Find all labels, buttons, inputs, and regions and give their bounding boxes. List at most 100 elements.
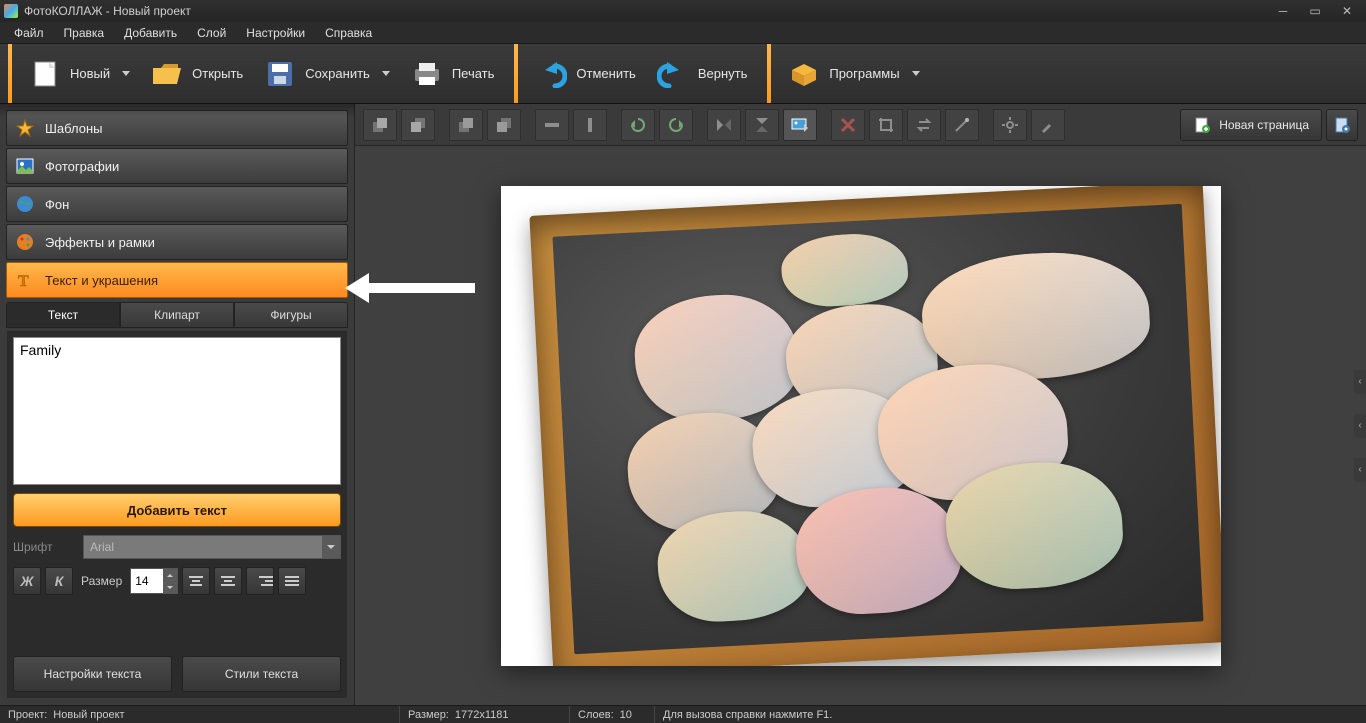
- italic-button[interactable]: К: [45, 567, 73, 595]
- menu-settings[interactable]: Настройки: [236, 22, 315, 43]
- center-button[interactable]: [573, 109, 607, 141]
- new-page-button[interactable]: Новая страница: [1180, 109, 1322, 141]
- minimize-button[interactable]: ─: [1268, 3, 1298, 19]
- align-center-button[interactable]: [214, 567, 242, 595]
- text-icon: T: [15, 270, 35, 290]
- menu-add[interactable]: Добавить: [114, 22, 187, 43]
- status-bar: Проект: Новый проект Размер: 1772x1181 С…: [0, 705, 1366, 723]
- text-input[interactable]: [13, 337, 341, 485]
- redo-icon: [656, 57, 690, 91]
- page-add-icon: [1193, 116, 1211, 134]
- globe-icon: [15, 194, 35, 214]
- sidebar-item-effects[interactable]: Эффекты и рамки: [6, 224, 348, 260]
- subtab-text[interactable]: Текст: [6, 302, 120, 328]
- flyout-tab[interactable]: ‹: [1354, 414, 1366, 438]
- status-layers-value: 10: [620, 709, 632, 721]
- send-backward-button[interactable]: [487, 109, 521, 141]
- sidebar: Шаблоны Фотографии Фон Эффекты и рамки T…: [0, 104, 355, 705]
- rotate-left-button[interactable]: [621, 109, 655, 141]
- collage-photo[interactable]: [655, 508, 812, 624]
- status-project-label: Проект:: [8, 709, 47, 721]
- spin-down[interactable]: [163, 581, 177, 593]
- delete-button[interactable]: [831, 109, 865, 141]
- flyout-tab[interactable]: ‹: [1354, 370, 1366, 394]
- menu-layer[interactable]: Слой: [187, 22, 236, 43]
- redo-button[interactable]: Вернуть: [646, 51, 758, 97]
- settings-icon-button[interactable]: [993, 109, 1027, 141]
- menu-edit[interactable]: Правка: [54, 22, 115, 43]
- size-value: 14: [135, 574, 148, 588]
- replace-button[interactable]: [907, 109, 941, 141]
- status-project-value: Новый проект: [53, 709, 124, 721]
- save-button[interactable]: Сохранить: [253, 51, 400, 97]
- menu-bar: Файл Правка Добавить Слой Настройки Спра…: [0, 22, 1366, 44]
- caret-down-icon: [912, 71, 920, 76]
- sidebar-item-photos[interactable]: Фотографии: [6, 148, 348, 184]
- fit-button[interactable]: [783, 109, 817, 141]
- print-button[interactable]: Печать: [400, 51, 505, 97]
- canvas-page[interactable]: [501, 186, 1221, 666]
- align-right-button[interactable]: [246, 567, 274, 595]
- undo-button[interactable]: Отменить: [524, 51, 645, 97]
- main-toolbar: Новый Открыть Сохранить Печать Отменить …: [0, 44, 1366, 104]
- magic-button[interactable]: [945, 109, 979, 141]
- crop-button[interactable]: [869, 109, 903, 141]
- maximize-button[interactable]: ▭: [1300, 3, 1330, 19]
- bring-front-button[interactable]: [363, 109, 397, 141]
- subtab-shapes[interactable]: Фигуры: [234, 302, 348, 328]
- align-left-button[interactable]: [182, 567, 210, 595]
- send-back-button[interactable]: [401, 109, 435, 141]
- canvas-viewport[interactable]: ‹ ‹ ‹: [355, 146, 1366, 705]
- menu-file[interactable]: Файл: [4, 22, 54, 43]
- undo-icon: [534, 57, 568, 91]
- photo-icon: [15, 156, 35, 176]
- collage-photo[interactable]: [792, 483, 962, 617]
- font-size-input[interactable]: 14: [130, 568, 178, 594]
- bring-forward-button[interactable]: [449, 109, 483, 141]
- align-button[interactable]: [535, 109, 569, 141]
- sidebar-item-label: Эффекты и рамки: [45, 235, 155, 250]
- sidebar-item-templates[interactable]: Шаблоны: [6, 110, 348, 146]
- bold-button[interactable]: Ж: [13, 567, 41, 595]
- flip-v-button[interactable]: [745, 109, 779, 141]
- file-new-icon: [28, 57, 62, 91]
- canvas-toolbar: Новая страница: [355, 104, 1366, 146]
- align-justify-button[interactable]: [278, 567, 306, 595]
- spin-up[interactable]: [163, 569, 177, 581]
- sidebar-item-label: Фотографии: [45, 159, 119, 174]
- flyout-tab[interactable]: ‹: [1354, 458, 1366, 482]
- status-size-value: 1772x1181: [455, 709, 509, 721]
- caret-down-icon: [122, 71, 130, 76]
- window-title: ФотоКОЛЛАЖ - Новый проект: [24, 4, 191, 18]
- status-size-label: Размер:: [408, 709, 449, 721]
- open-button[interactable]: Открыть: [140, 51, 253, 97]
- text-settings-button[interactable]: Настройки текста: [13, 656, 172, 692]
- rotate-right-button[interactable]: [659, 109, 693, 141]
- flip-h-button[interactable]: [707, 109, 741, 141]
- font-select[interactable]: Arial: [83, 535, 341, 559]
- size-label: Размер: [81, 574, 122, 588]
- subtab-clipart[interactable]: Клипарт: [120, 302, 234, 328]
- status-layers-label: Слоев:: [578, 709, 614, 721]
- menu-help[interactable]: Справка: [315, 22, 382, 43]
- box-icon: [787, 57, 821, 91]
- text-styles-button[interactable]: Стили текста: [182, 656, 341, 692]
- palette-icon: [15, 232, 35, 252]
- font-value: Arial: [90, 540, 114, 554]
- collage-photo[interactable]: [779, 230, 909, 308]
- new-button[interactable]: Новый: [18, 51, 140, 97]
- svg-text:T: T: [18, 273, 29, 289]
- page-settings-button[interactable]: [1326, 109, 1358, 141]
- sidebar-item-text[interactable]: T Текст и украшения: [6, 262, 348, 298]
- folder-open-icon: [150, 57, 184, 91]
- programs-button[interactable]: Программы: [777, 51, 929, 97]
- add-text-button[interactable]: Добавить текст: [13, 493, 341, 527]
- sidebar-item-background[interactable]: Фон: [6, 186, 348, 222]
- close-button[interactable]: ✕: [1332, 3, 1362, 19]
- eyedropper-button[interactable]: [1031, 109, 1065, 141]
- font-label: Шрифт: [13, 540, 73, 554]
- sidebar-item-label: Шаблоны: [45, 121, 103, 136]
- app-icon: [4, 4, 18, 18]
- collage-frame: [529, 186, 1221, 666]
- collage-photo[interactable]: [943, 458, 1126, 592]
